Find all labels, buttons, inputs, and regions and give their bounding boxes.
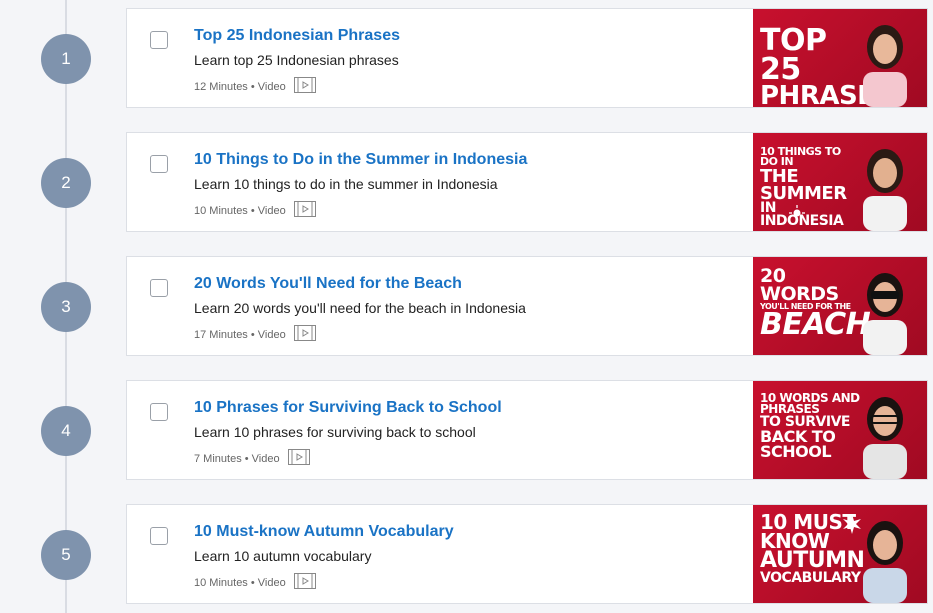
lesson-meta: 10 Minutes • Video: [194, 573, 316, 592]
lesson-description: Learn 20 words you'll need for the beach…: [194, 300, 526, 316]
thumb-text: 20 WORDS: [760, 265, 839, 306]
lesson-description: Learn top 25 Indonesian phrases: [194, 52, 399, 68]
lesson-row: 3 20 Words You'll Need for the Beach Lea…: [0, 256, 933, 356]
lesson-thumbnail[interactable]: 10 THINGS TO DO IN THE SUMMER IN INDONES…: [753, 133, 927, 231]
step-number: 3: [41, 282, 91, 332]
lesson-thumbnail[interactable]: TOP 25 PHRASES: [753, 9, 927, 107]
video-film-icon: [293, 573, 316, 592]
presenter-image: [863, 273, 907, 355]
lesson-title[interactable]: 10 Phrases for Surviving Back to School: [194, 399, 502, 417]
lesson-duration: 10 Minutes • Video: [194, 576, 286, 589]
complete-checkbox[interactable]: [150, 279, 168, 297]
lesson-duration: 10 Minutes • Video: [194, 204, 286, 217]
lesson-thumbnail[interactable]: 20 WORDS YOU'LL NEED FOR THE BEACH: [753, 257, 927, 355]
lesson-card[interactable]: Top 25 Indonesian Phrases Learn top 25 I…: [126, 8, 928, 108]
lesson-thumbnail[interactable]: 10 WORDS AND PHRASES TO SURVIVE BACK TO …: [753, 381, 927, 479]
lesson-title[interactable]: 10 Must-know Autumn Vocabulary: [194, 523, 454, 541]
lesson-card[interactable]: 10 Phrases for Surviving Back to School …: [126, 380, 928, 480]
lesson-row: 4 10 Phrases for Surviving Back to Schoo…: [0, 380, 933, 480]
thumb-text: BEACH: [760, 306, 871, 342]
step-number: 4: [41, 406, 91, 456]
video-film-icon: [293, 77, 316, 96]
step-number: 2: [41, 158, 91, 208]
thumb-text: AUTUMN: [760, 548, 865, 573]
lesson-duration: 12 Minutes • Video: [194, 80, 286, 93]
complete-checkbox[interactable]: [150, 527, 168, 545]
thumb-text: THE SUMMER: [760, 165, 847, 204]
lesson-description: Learn 10 things to do in the summer in I…: [194, 176, 498, 192]
presenter-image: [863, 149, 907, 231]
thumb-text: 10 THINGS TO DO IN: [760, 145, 841, 169]
sun-icon: [789, 205, 805, 221]
thumb-text: TOP 25: [760, 23, 827, 87]
lesson-title[interactable]: Top 25 Indonesian Phrases: [194, 27, 400, 45]
lesson-meta: 17 Minutes • Video: [194, 325, 316, 344]
lesson-duration: 17 Minutes • Video: [194, 328, 286, 341]
lesson-meta: 7 Minutes • Video: [194, 449, 310, 468]
lesson-card[interactable]: 20 Words You'll Need for the Beach Learn…: [126, 256, 928, 356]
video-film-icon: [287, 449, 310, 468]
lesson-card[interactable]: 10 Things to Do in the Summer in Indones…: [126, 132, 928, 232]
lesson-thumbnail[interactable]: 10 MUST KNOW AUTUMN VOCABULARY: [753, 505, 927, 603]
lesson-title[interactable]: 10 Things to Do in the Summer in Indones…: [194, 151, 527, 169]
complete-checkbox[interactable]: [150, 403, 168, 421]
thumb-text: VOCABULARY: [760, 569, 861, 586]
lesson-description: Learn 10 autumn vocabulary: [194, 548, 372, 564]
lesson-row: 1 Top 25 Indonesian Phrases Learn top 25…: [0, 8, 933, 108]
lesson-title[interactable]: 20 Words You'll Need for the Beach: [194, 275, 462, 293]
thumb-text: BACK TO SCHOOL: [760, 427, 836, 462]
lesson-meta: 12 Minutes • Video: [194, 77, 316, 96]
complete-checkbox[interactable]: [150, 155, 168, 173]
step-number: 1: [41, 34, 91, 84]
lesson-card[interactable]: 10 Must-know Autumn Vocabulary Learn 10 …: [126, 504, 928, 604]
lesson-row: 5 10 Must-know Autumn Vocabulary Learn 1…: [0, 504, 933, 604]
video-film-icon: [293, 201, 316, 220]
lesson-row: 2 10 Things to Do in the Summer in Indon…: [0, 132, 933, 232]
thumb-text: IN INDONESIA: [760, 200, 844, 230]
thumb-text: 10 WORDS AND PHRASES: [760, 391, 860, 417]
lesson-description: Learn 10 phrases for surviving back to s…: [194, 424, 476, 440]
lesson-meta: 10 Minutes • Video: [194, 201, 316, 220]
presenter-image: [863, 521, 907, 603]
presenter-image: [863, 397, 907, 479]
video-film-icon: [293, 325, 316, 344]
step-number: 5: [41, 530, 91, 580]
complete-checkbox[interactable]: [150, 31, 168, 49]
lesson-duration: 7 Minutes • Video: [194, 452, 280, 465]
presenter-image: [863, 25, 907, 107]
thumb-text: PHRASES: [760, 81, 893, 107]
